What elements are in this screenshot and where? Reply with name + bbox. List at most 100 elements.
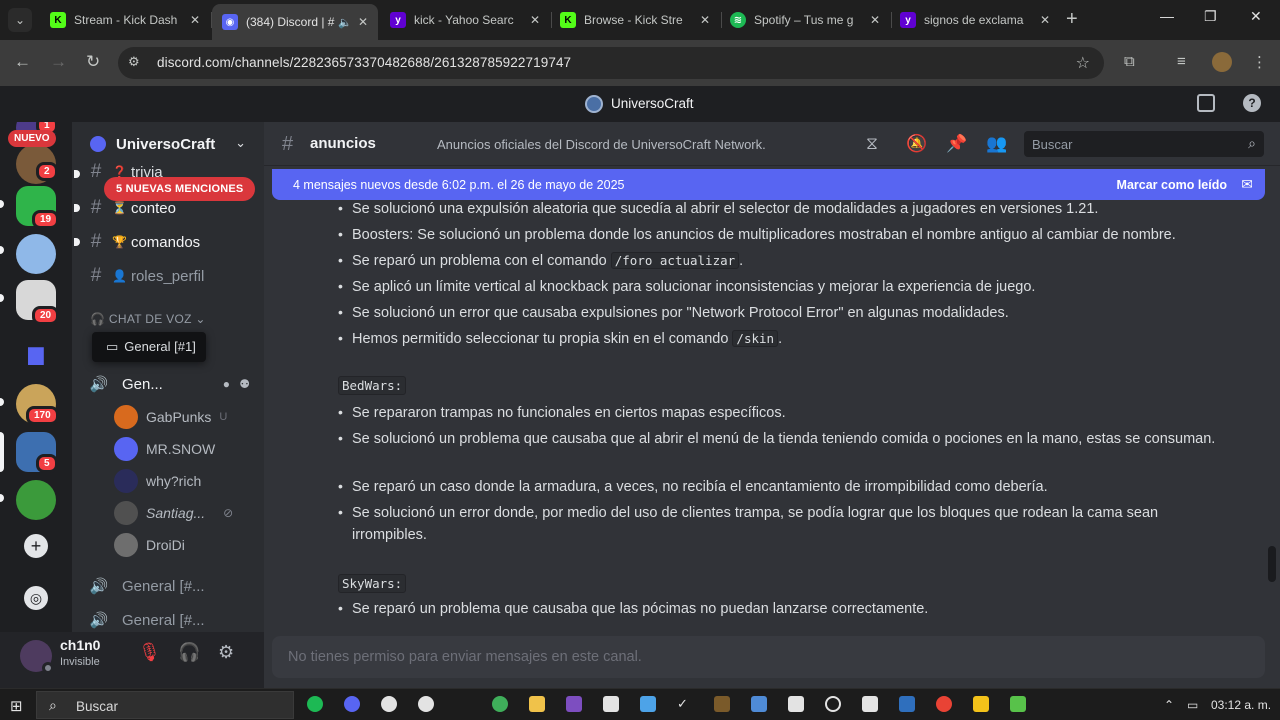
checkmark-icon[interactable]: ✓ (677, 696, 693, 712)
notification-muted-icon[interactable]: 🔕 (906, 134, 927, 154)
close-window-icon[interactable]: ✕ (1250, 8, 1262, 25)
microphone-muted-icon[interactable]: 🎙 (138, 642, 161, 663)
copilot-icon[interactable] (640, 696, 656, 712)
windows-taskbar: ⊞ ⌕ Buscar ✓ ⌃ ▭ 03:12 a. m. (0, 688, 1280, 720)
explore-compass-icon[interactable]: ◎ (24, 586, 48, 610)
profile-avatar[interactable] (1212, 52, 1232, 72)
voice-member[interactable]: MR.SNOW (114, 434, 215, 464)
app-icon[interactable] (603, 696, 619, 712)
clock-icon[interactable] (418, 696, 434, 712)
restore-icon[interactable]: ❐ (1204, 8, 1217, 25)
obs-icon[interactable] (381, 696, 397, 712)
close-tab-icon[interactable]: ✕ (358, 15, 368, 29)
reload-icon[interactable]: ↻ (86, 52, 100, 72)
headphones-icon[interactable]: 🎧 (178, 642, 200, 663)
hash-icon: # (90, 161, 102, 182)
app-icon[interactable] (1010, 696, 1026, 712)
file-explorer-icon[interactable] (529, 696, 545, 712)
voice-category[interactable]: 🎧 CHAT DE VOZ ⌄ (90, 312, 206, 326)
tab-title: kick - Yahoo Searc (414, 13, 514, 27)
voice-member[interactable]: DroiDi (114, 530, 185, 560)
minimize-icon[interactable]: — (1160, 8, 1174, 24)
username[interactable]: ch1n0 (60, 637, 100, 653)
voice-channel-item[interactable]: 🔊 Gen... ● ⚉ (80, 368, 256, 400)
kick-icon: K (50, 12, 66, 28)
new-tab-icon[interactable]: + (1066, 8, 1078, 30)
voice-channel-item[interactable]: 🔊 General [#... (80, 570, 256, 602)
add-server-icon[interactable]: + (24, 534, 48, 558)
network-icon[interactable]: ▭ (1187, 698, 1198, 712)
voice-channel-item[interactable]: 🔊 General [#... (80, 604, 256, 632)
app-icon[interactable] (492, 696, 508, 712)
member-extra: U (219, 411, 228, 423)
scrollbar-thumb[interactable] (1268, 546, 1276, 582)
new-messages-bar[interactable]: 4 mensajes nuevos desde 6:02 p.m. el 26 … (272, 169, 1265, 200)
spotify-icon[interactable] (307, 696, 323, 712)
address-bar[interactable]: ⚙ discord.com/channels/22823657337048268… (118, 47, 1104, 79)
browser-tab[interactable]: K Stream - Kick Dash ✕ (40, 6, 210, 34)
message-composer: No tienes permiso para enviar mensajes e… (264, 632, 1280, 688)
tab-search-chevron-icon[interactable]: ⌄ (8, 8, 32, 32)
steam-icon[interactable] (825, 696, 841, 712)
server-icon[interactable] (16, 234, 56, 274)
app-icon[interactable] (973, 696, 989, 712)
mark-as-read-button[interactable]: Marcar como leído (1117, 178, 1227, 192)
browser-tab[interactable]: ≋ Spotify – Tus me g ✕ (720, 6, 890, 34)
close-tab-icon[interactable]: ✕ (1040, 13, 1050, 27)
close-tab-icon[interactable]: ✕ (530, 13, 540, 27)
inbox-icon[interactable] (1197, 94, 1215, 112)
back-arrow-icon[interactable]: ← (14, 52, 31, 72)
taskbar-search[interactable]: ⌕ Buscar (36, 691, 294, 719)
chevron-up-icon[interactable]: ⌃ (1164, 698, 1174, 712)
close-tab-icon[interactable]: ✕ (870, 13, 880, 27)
channel-item[interactable]: # 🏆 comandos (74, 226, 256, 258)
discord-icon[interactable] (344, 696, 360, 712)
unread-badge: 5 (36, 454, 58, 473)
bullet: • (338, 278, 343, 294)
channel-topic[interactable]: Anuncios oficiales del Discord de Univer… (437, 137, 766, 152)
invite-icon[interactable]: ⚉ (239, 377, 250, 391)
app-icon[interactable] (751, 696, 767, 712)
browser-tab[interactable]: y kick - Yahoo Searc ✕ (380, 6, 550, 34)
gear-icon[interactable]: ⚙ (218, 642, 234, 663)
bullet: • (338, 430, 343, 446)
app-icon[interactable] (862, 696, 878, 712)
help-icon[interactable]: ? (1243, 94, 1261, 112)
site-info-icon[interactable]: ⚙ (128, 54, 140, 70)
search-input[interactable]: Buscar ⌕ (1024, 131, 1264, 157)
clock-time[interactable]: 03:12 a. m. (1211, 698, 1271, 712)
app-icon[interactable] (899, 696, 915, 712)
voice-member[interactable]: Santiag... ⊘ (114, 498, 233, 528)
chrome-icon[interactable] (936, 696, 952, 712)
pinned-messages-icon[interactable]: 📌 (946, 134, 967, 154)
close-tab-icon[interactable]: ✕ (700, 13, 710, 27)
voice-member[interactable]: GabPunks U (114, 402, 227, 432)
threads-icon[interactable]: ⧖ (866, 134, 878, 154)
close-tab-icon[interactable]: ✕ (190, 13, 200, 27)
server-icon[interactable] (16, 480, 56, 520)
minecraft-icon[interactable] (714, 696, 730, 712)
member-list-icon[interactable]: 👥 (986, 134, 1007, 154)
bookmark-star-icon[interactable]: ☆ (1076, 53, 1090, 73)
app-title: UniversoCraft (611, 96, 694, 111)
channel-item[interactable]: # 👤 roles_perfil (80, 260, 256, 292)
browser-tab[interactable]: K Browse - Kick Stre ✕ (550, 6, 720, 34)
chevron-down-icon[interactable]: ⌄ (235, 135, 246, 151)
folder-icon[interactable]: ▆ (16, 334, 56, 374)
audio-playing-icon[interactable]: 🔈 (338, 16, 352, 29)
browser-tab[interactable]: y signos de exclama ✕ (890, 6, 1060, 34)
chat-icon[interactable]: ● (223, 377, 230, 391)
app-icon[interactable] (788, 696, 804, 712)
app-icon[interactable] (455, 696, 471, 712)
more-menu-icon[interactable]: ⋮ (1252, 53, 1267, 71)
new-mentions-pill[interactable]: 5 NUEVAS MENCIONES (104, 177, 256, 201)
voice-member[interactable]: why?rich (114, 466, 201, 496)
url-text[interactable]: discord.com/channels/228236573370482688/… (157, 55, 571, 70)
browser-tab-active[interactable]: ◉ (384) Discord | # 🔈 ✕ (212, 4, 378, 40)
app-icon[interactable] (566, 696, 582, 712)
windows-start-icon[interactable]: ⊞ (10, 697, 23, 715)
forward-arrow-icon[interactable]: → (50, 52, 67, 72)
extensions-icon[interactable]: ⧉ (1124, 53, 1135, 70)
message-text: Se reparó un problema que causaba que la… (352, 601, 929, 617)
media-controls-icon[interactable]: ≡ (1177, 53, 1186, 70)
